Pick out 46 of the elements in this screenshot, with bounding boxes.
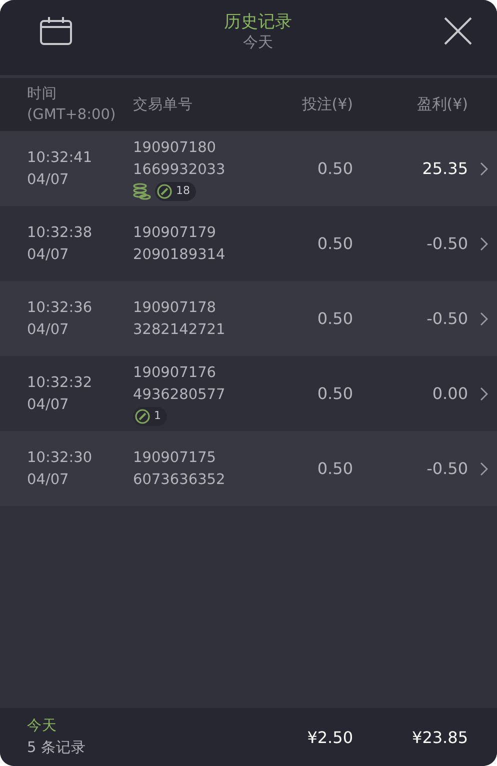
count-badge: 18	[155, 182, 196, 200]
column-header: (GMT+8:00)	[27, 106, 117, 124]
date-subtitle: 今天	[243, 32, 273, 52]
order-number: 1669932033	[133, 160, 226, 180]
record-count: 5 条记录	[27, 739, 87, 758]
date-text: 04/07	[27, 170, 70, 190]
time-text: 10:32:41	[27, 148, 94, 168]
profit-amount: 0.00	[431, 384, 468, 403]
stake-total: ¥2.50	[306, 728, 353, 746]
order-number: 6073636352	[133, 470, 226, 490]
date-text: 04/07	[27, 320, 70, 340]
column-header: 时间	[27, 84, 58, 104]
profit-amount: -0.50	[426, 459, 468, 478]
count-badge: 1	[133, 406, 167, 426]
time-text: 10:32:38	[27, 224, 94, 242]
order-number: 4936280577	[133, 386, 226, 404]
order-number: 190907176	[133, 364, 218, 382]
column-header: 盈利(¥)	[416, 95, 468, 114]
stake-amount: 0.50	[316, 459, 353, 478]
stake-amount: 0.50	[316, 159, 353, 178]
history-row[interactable]: 10:32:41 04/07 190907180 1669932033 18 0.50 25.35	[0, 131, 497, 206]
window-title: 历史记录	[224, 10, 292, 32]
order-number: 3282142721	[133, 320, 226, 340]
profit-amount: 25.35	[421, 159, 468, 178]
period-label: 今天	[27, 717, 58, 736]
stake-amount: 0.50	[316, 384, 353, 403]
profit-amount: -0.50	[426, 309, 468, 328]
column-header: 投注(¥)	[300, 95, 353, 114]
order-number: 190907178	[133, 298, 218, 318]
column-header: 交易单号	[133, 96, 194, 114]
stake-amount: 0.50	[316, 234, 353, 253]
date-text: 04/07	[27, 246, 70, 264]
profit-amount: -0.50	[426, 234, 468, 253]
time-text: 10:32:30	[27, 448, 94, 468]
stake-amount: 0.50	[316, 309, 353, 328]
history-row[interactable]: 10:32:36 04/07 190907178 3282142721 0.50 -0.50	[0, 281, 497, 356]
order-number: 190907179	[133, 224, 218, 242]
time-text: 10:32:36	[27, 298, 94, 318]
order-number: 190907175	[133, 448, 218, 468]
order-number: 190907180	[133, 138, 218, 158]
date-text: 04/07	[27, 396, 70, 414]
order-number: 2090189314	[133, 246, 226, 264]
history-row[interactable]: 10:32:30 04/07 190907175 6073636352 0.50 -0.50	[0, 431, 497, 506]
date-text: 04/07	[27, 470, 70, 490]
time-text: 10:32:32	[27, 374, 94, 392]
profit-total: ¥23.85	[411, 728, 468, 746]
